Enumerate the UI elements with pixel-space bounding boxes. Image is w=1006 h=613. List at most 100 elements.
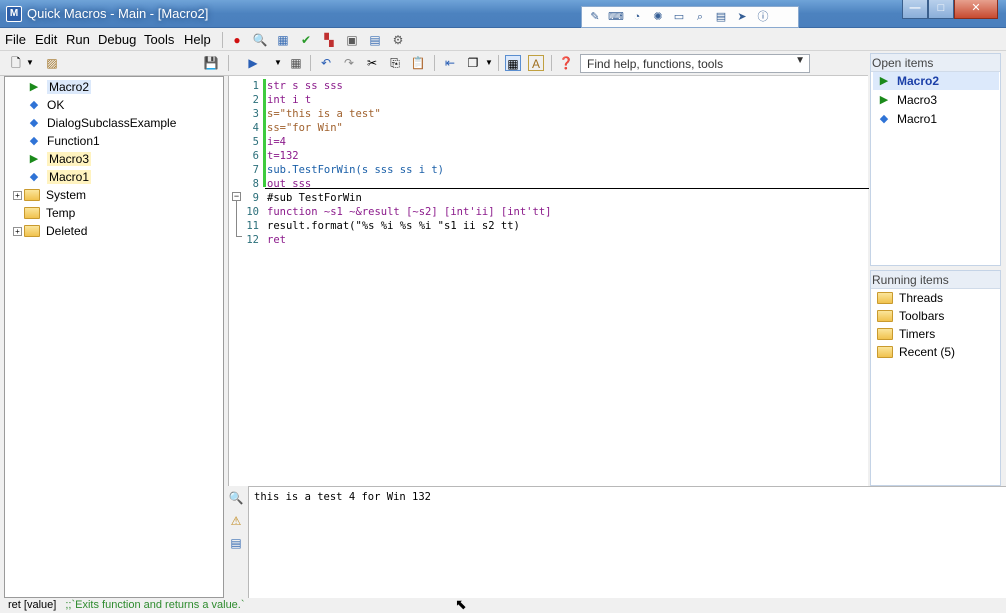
- menu-tools[interactable]: Tools: [144, 32, 174, 47]
- running-item-threads[interactable]: Threads: [877, 289, 943, 307]
- chevron-down-icon[interactable]: ▼: [270, 55, 286, 71]
- code-text: sub.TestForWin(s sss ss i t): [267, 164, 445, 176]
- open-item-macro2[interactable]: ▶ Macro2: [873, 72, 999, 90]
- keyboard-icon[interactable]: ⌨: [607, 9, 625, 25]
- paste-icon[interactable]: 📋: [410, 55, 426, 71]
- tree-item-deleted[interactable]: + Deleted: [13, 222, 87, 240]
- output-pane[interactable]: this is a test 4 for Win 132: [248, 486, 1006, 598]
- code-text: result.format("%s %i %s %i "s1 ii s2 tt): [267, 220, 520, 232]
- tree-item-system[interactable]: + System: [13, 186, 86, 204]
- line-number: 1: [252, 80, 259, 92]
- chevron-down-icon[interactable]: ▼: [481, 55, 497, 71]
- tree-item-label: Macro2: [47, 80, 92, 94]
- tree-item-macro1[interactable]: ◆ Macro1: [27, 168, 92, 186]
- menu-run[interactable]: Run: [66, 32, 90, 47]
- run-icon[interactable]: ▶: [245, 55, 261, 71]
- options-icon[interactable]: ⚙: [390, 32, 406, 48]
- tree-item-temp[interactable]: Temp: [24, 204, 75, 222]
- tree-item-ok[interactable]: ◆ OK: [27, 96, 65, 114]
- mouse-cursor-icon: ⬉: [455, 596, 467, 612]
- tree-item-macro3[interactable]: ▶ Macro3: [27, 150, 92, 168]
- info-icon[interactable]: ⓘ: [754, 9, 772, 25]
- close-button[interactable]: ✕: [954, 0, 998, 19]
- macro-tree: ▶ Macro2 ◆ OK ◆ DialogSubclassExample ◆ …: [4, 76, 224, 598]
- warning-icon[interactable]: ⚠: [228, 513, 244, 529]
- help-icon[interactable]: ❓: [558, 55, 574, 71]
- code-text: function ~s1 ~&result [~s2] [int'ii] [in…: [267, 206, 552, 218]
- dialog-editor-icon[interactable]: ▤: [367, 32, 383, 48]
- code-line: 1 str s ss sss: [229, 79, 869, 93]
- code-text: int i t: [267, 94, 312, 106]
- dialog-icon[interactable]: ▤: [712, 9, 730, 25]
- tree-item-dialogsubclassexample[interactable]: ◆ DialogSubclassExample: [27, 114, 177, 132]
- qm-app-icon[interactable]: M: [6, 6, 22, 22]
- code-text: str s ss sss: [267, 80, 343, 92]
- find-icon[interactable]: 🔍: [252, 32, 268, 48]
- properties-icon[interactable]: ▨: [44, 55, 60, 71]
- menu-debug[interactable]: Debug: [98, 32, 136, 47]
- diamond-icon: ◆: [29, 135, 39, 147]
- find-window-icon[interactable]: ⌕: [691, 9, 709, 25]
- code-text: t=132: [267, 150, 299, 162]
- tree-item-function1[interactable]: ◆ Function1: [27, 132, 100, 150]
- output-toolbar: 🔍 ⚠ ▤: [224, 486, 248, 598]
- running-item-recent[interactable]: Recent (5): [877, 343, 955, 361]
- code-line: 2 int i t: [229, 93, 869, 107]
- open-item-macro3[interactable]: ▶ Macro3: [877, 91, 937, 109]
- tiles-icon[interactable]: ▚: [321, 32, 337, 48]
- find-icon[interactable]: 🔍: [228, 490, 244, 506]
- open-items-header: Open items: [871, 54, 1000, 72]
- minimize-button[interactable]: —: [902, 0, 928, 19]
- menu-help[interactable]: Help: [184, 32, 211, 47]
- help-page-icon[interactable]: ▤: [228, 535, 244, 551]
- grid-icon[interactable]: ▣: [344, 32, 360, 48]
- expand-icon[interactable]: +: [13, 226, 22, 236]
- open-item-macro1[interactable]: ◆ Macro1: [877, 110, 937, 128]
- undo-icon[interactable]: ↶: [318, 55, 334, 71]
- menu-edit[interactable]: Edit: [35, 32, 57, 47]
- toolbar-icon[interactable]: ▦: [288, 55, 304, 71]
- code-line: 3 s="this is a test": [229, 107, 869, 121]
- expand-icon[interactable]: +: [13, 190, 22, 200]
- line-number: 6: [252, 150, 259, 162]
- record-icon[interactable]: ●: [229, 32, 245, 48]
- chevron-down-icon[interactable]: ▼: [22, 55, 38, 71]
- check-icon[interactable]: ✔: [298, 32, 314, 48]
- running-items-header: Running items: [871, 271, 1000, 289]
- code-editor[interactable]: − 1 str s ss sss 2 int i t 3 s="this is …: [228, 76, 869, 486]
- code-text: #sub TestForWin: [267, 192, 362, 204]
- open-items-panel: Open items ▶ Macro2 ▶ Macro3 ◆ Macro1: [870, 53, 1001, 266]
- play-icon: ▶: [879, 94, 889, 106]
- menu-file[interactable]: File: [5, 32, 26, 47]
- line-number: 7: [252, 164, 259, 176]
- code-line: 9 #sub TestForWin: [229, 191, 869, 205]
- pen-icon[interactable]: ✎: [586, 9, 604, 25]
- save-icon[interactable]: 💾: [203, 55, 219, 71]
- redo-icon[interactable]: ↷: [341, 55, 357, 71]
- font-icon[interactable]: A: [528, 55, 544, 71]
- folder-icon: [24, 207, 40, 219]
- dialog-grid-icon[interactable]: ▦: [505, 55, 521, 71]
- window-icon[interactable]: ▭: [670, 9, 688, 25]
- line-number: 8: [252, 178, 259, 190]
- running-item-toolbars[interactable]: Toolbars: [877, 307, 944, 325]
- cut-icon[interactable]: ✂: [364, 55, 380, 71]
- arrows-icon[interactable]: ➤: [733, 9, 751, 25]
- maximize-button[interactable]: □: [928, 0, 954, 19]
- chevron-down-icon[interactable]: ▼: [795, 55, 805, 66]
- copy-icon[interactable]: ⎘: [387, 55, 403, 71]
- running-item-label: Toolbars: [899, 309, 945, 323]
- table-icon[interactable]: ▦: [275, 32, 291, 48]
- folder-icon: [877, 328, 893, 340]
- windows-icon[interactable]: ❐: [465, 55, 481, 71]
- tree-item-macro2[interactable]: ▶ Macro2: [27, 78, 92, 96]
- spinner-icon[interactable]: ✺: [649, 9, 667, 25]
- folder-icon: [24, 225, 40, 237]
- code-line: 4 ss="for Win": [229, 121, 869, 135]
- running-item-timers[interactable]: Timers: [877, 325, 935, 343]
- help-search-input[interactable]: Find help, functions, tools ▼: [580, 54, 810, 73]
- tree-item-label: OK: [47, 98, 65, 112]
- diamond-icon: ◆: [879, 113, 889, 125]
- indent-icon[interactable]: ⇤: [442, 55, 458, 71]
- mouse-icon[interactable]: ◔: [628, 9, 646, 25]
